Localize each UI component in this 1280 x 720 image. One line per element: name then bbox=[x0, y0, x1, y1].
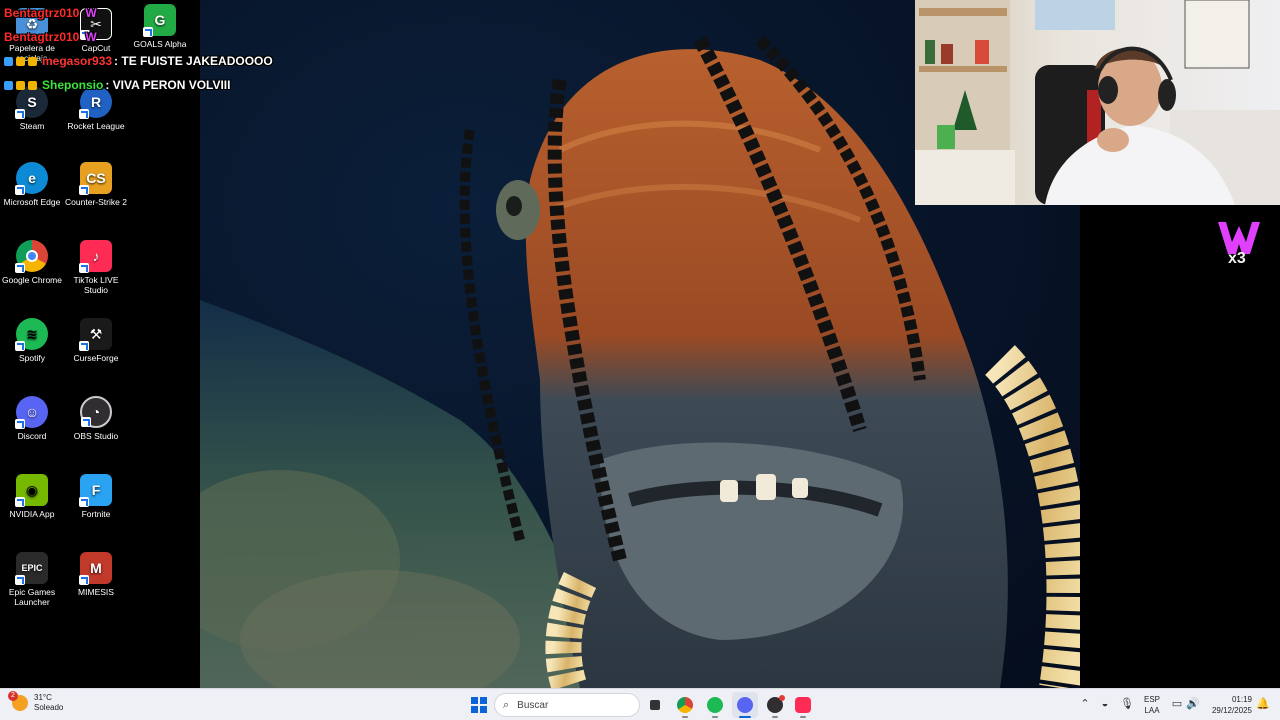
tray-chevron-up-icon[interactable]: ⌃ bbox=[1078, 697, 1092, 711]
desktop-icon-curseforge[interactable]: ⚒ CurseForge bbox=[64, 318, 128, 363]
clock-date: 29/12/2025 bbox=[1211, 706, 1252, 715]
desktop-icon-fortnite[interactable]: F Fortnite bbox=[64, 474, 128, 519]
task-view-icon[interactable] bbox=[642, 692, 668, 718]
chat-emote: W bbox=[85, 30, 97, 44]
chat-message: Bentagtrz010 W bbox=[4, 6, 97, 20]
edge-icon: e bbox=[15, 162, 48, 195]
desktop-icon-rocket-league[interactable]: R Rocket League bbox=[64, 86, 128, 131]
desktop-icon-nvidia[interactable]: ◉ NVIDIA App bbox=[0, 474, 64, 519]
goals-icon: G bbox=[143, 4, 176, 37]
desktop-icon-chrome[interactable]: Google Chrome bbox=[0, 240, 64, 285]
weather-sun-icon: 2 bbox=[8, 691, 28, 711]
chat-badge-icon bbox=[28, 56, 37, 66]
spotify-icon: ≋ bbox=[15, 318, 48, 351]
desktop: ♻ Papelera de reciclaje ✂ CapCut G GOALS… bbox=[0, 0, 1280, 688]
chat-badge-icon bbox=[16, 80, 25, 90]
chat-text: : TE FUISTE JAKEADOOOO bbox=[114, 54, 273, 68]
weather-badge: 2 bbox=[8, 691, 18, 701]
taskbar-discord-icon[interactable] bbox=[732, 692, 758, 718]
epic-games-icon: EPIC bbox=[15, 552, 48, 585]
desktop-icon-edge[interactable]: e Microsoft Edge bbox=[0, 162, 64, 207]
tray-network-icon[interactable]: ◒ bbox=[1098, 697, 1112, 711]
webcam-feed bbox=[915, 0, 1280, 205]
weather-condition: Soleado bbox=[34, 703, 64, 712]
desktop-icon-epic-games[interactable]: EPIC Epic Games Launcher bbox=[0, 552, 64, 607]
nvidia-icon: ◉ bbox=[15, 474, 48, 507]
tray-volume-icon[interactable]: 🔊 bbox=[1186, 697, 1200, 711]
tiktok-icon: ♪ bbox=[79, 240, 112, 273]
desktop-icon-spotify[interactable]: ≋ Spotify bbox=[0, 318, 64, 363]
chat-emote: W bbox=[85, 6, 97, 20]
curseforge-icon: ⚒ bbox=[79, 318, 112, 351]
taskbar-tiktok-icon[interactable] bbox=[790, 692, 816, 718]
counter-strike-icon: CS bbox=[79, 162, 112, 195]
weather-widget[interactable]: 2 31°C Soleado bbox=[8, 691, 64, 713]
weather-temp: 31°C bbox=[34, 693, 52, 702]
keyboard-layout: LAA bbox=[1144, 706, 1160, 715]
taskbar: 2 31°C Soleado ⌕ Buscar ⌃ ◒ 🎙 ESP LAA ▭ … bbox=[0, 688, 1280, 720]
fortnite-icon: F bbox=[79, 474, 112, 507]
chrome-icon bbox=[15, 240, 48, 273]
language-indicator[interactable]: ESP LAA bbox=[1144, 694, 1160, 716]
taskbar-clock[interactable]: 01:19 29/12/2025 bbox=[1212, 694, 1252, 716]
chat-username: megasor933 bbox=[42, 54, 113, 68]
taskbar-chrome-icon[interactable] bbox=[672, 692, 698, 718]
chat-username: Bentagtrz010 bbox=[4, 30, 80, 44]
desktop-icon-discord[interactable]: ☺ Discord bbox=[0, 396, 64, 441]
chat-badge-icon bbox=[28, 80, 37, 90]
channel-logo-text: x3 bbox=[1228, 250, 1246, 267]
chat-message: megasor933 : TE FUISTE JAKEADOOOO bbox=[4, 54, 273, 68]
windows-start-icon[interactable] bbox=[466, 692, 492, 718]
desktop-icon-goals[interactable]: G GOALS Alpha bbox=[128, 4, 192, 49]
search-icon: ⌕ bbox=[503, 698, 510, 711]
obs-icon: ◔ bbox=[80, 396, 112, 428]
desktop-icon-mimesis[interactable]: M MIMESIS bbox=[64, 552, 128, 597]
taskbar-spotify-icon[interactable] bbox=[702, 692, 728, 718]
chat-message: Sheponsio : VIVA PERON VOLVIII bbox=[4, 78, 230, 92]
taskbar-search-box[interactable]: ⌕ Buscar bbox=[494, 693, 640, 717]
chat-message: Bentagtrz010 W bbox=[4, 30, 97, 44]
chat-badge-icon bbox=[4, 80, 13, 90]
tray-mic-icon[interactable]: 🎙 bbox=[1120, 697, 1134, 711]
mimesis-icon: M bbox=[79, 552, 112, 585]
taskbar-obs-icon[interactable] bbox=[762, 692, 788, 718]
desktop-icon-counter-strike[interactable]: CS Counter-Strike 2 bbox=[64, 162, 128, 207]
language-code: ESP bbox=[1144, 695, 1161, 704]
tray-display-icon[interactable]: ▭ bbox=[1170, 697, 1184, 711]
notification-bell-icon[interactable]: 🔔 bbox=[1256, 697, 1270, 711]
discord-icon: ☺ bbox=[15, 396, 48, 429]
channel-logo: x3 bbox=[1216, 220, 1262, 270]
desktop-icon-tiktok[interactable]: ♪ TikTok LIVE Studio bbox=[64, 240, 128, 295]
chat-username: Sheponsio bbox=[42, 78, 104, 92]
chat-username: Bentagtrz010 bbox=[4, 6, 80, 20]
chat-text: : VIVA PERON VOLVIII bbox=[105, 78, 231, 92]
chat-badge-icon bbox=[4, 56, 13, 66]
desktop-icon-steam[interactable]: S Steam bbox=[0, 86, 64, 131]
desktop-icon-obs[interactable]: ◔ OBS Studio bbox=[64, 396, 128, 441]
desktop-icons: ♻ Papelera de reciclaje ✂ CapCut G GOALS… bbox=[0, 0, 200, 688]
search-placeholder: Buscar bbox=[517, 699, 549, 711]
clock-time: 01:19 bbox=[1231, 695, 1252, 704]
chat-badge-icon bbox=[16, 56, 25, 66]
recording-dot-icon bbox=[779, 695, 785, 701]
